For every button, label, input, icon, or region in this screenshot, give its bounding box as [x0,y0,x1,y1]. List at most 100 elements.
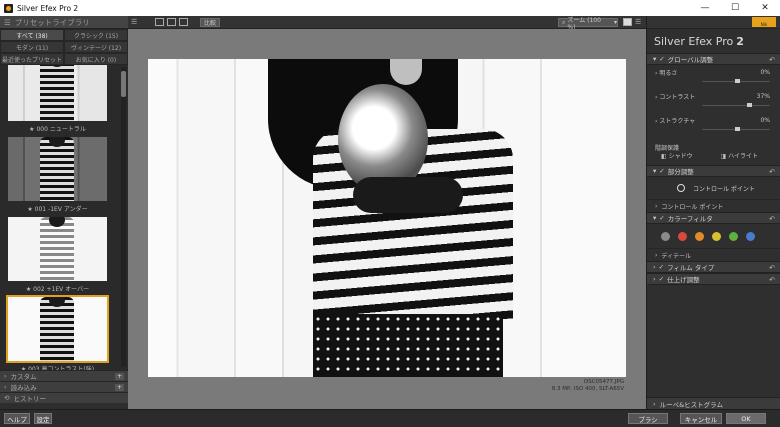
reset-icon[interactable]: ↶ [769,264,775,272]
background-color-icon[interactable] [623,18,632,26]
file-name: DSC05477.JPG [583,379,624,385]
local-adjust-label: 部分調整 [667,168,694,176]
preset-label: ★ 002 +1EV オーバー [25,285,90,293]
preset-panel: ☰ プリセットライブラリ すべて (38) クラシック (15) モダン (11… [0,16,128,409]
history-section-label: ヒストリー [13,395,46,403]
tab-all[interactable]: すべて (38) [0,29,64,41]
tone-protection-options: ◧ シャドウ ◨ ハイライト [647,151,780,165]
add-import-button[interactable]: + [115,384,124,391]
right-panel-toggle-icon[interactable]: ☰ [635,18,644,26]
tab-classic[interactable]: クラシック (15) [64,29,128,41]
chevron-right-icon: › [4,383,7,391]
reset-icon[interactable]: ↶ [769,276,775,284]
control-point-label: コントロール ポイント [693,185,755,193]
help-button[interactable]: ヘルプ [4,413,30,424]
preset-thumbnail [6,295,109,363]
title-bar: Silver Efex Pro 2 — ☐ ✕ [0,0,780,16]
loupe-histogram-label: ルーペ&ヒストグラム [659,400,723,409]
color-filter-swatch-0[interactable] [661,231,670,241]
chevron-right-icon[interactable]: › [655,70,657,77]
check-icon[interactable]: ✓ [659,263,664,271]
history-section[interactable]: ⟲ ヒストリー [0,392,128,403]
maximize-button[interactable]: ☐ [720,0,750,16]
chevron-right-icon[interactable]: › [655,118,657,125]
chevron-right-icon: › [655,202,658,210]
highlight-option[interactable]: ◨ ハイライト [721,151,780,165]
chevron-right-icon: › [653,263,656,271]
brightness-label: 明るさ [659,70,678,77]
minimize-button[interactable]: — [690,0,720,16]
tab-favorites[interactable]: お気に入り (0) [64,53,128,65]
cancel-button[interactable]: キャンセル [680,413,722,424]
ok-button[interactable]: OK [726,413,766,424]
chevron-down-icon: ▾ [653,167,657,175]
reset-icon[interactable]: ↶ [769,215,775,223]
preset-scrollbar[interactable] [121,67,126,367]
color-filter-swatch-2[interactable] [695,231,704,241]
preview-image[interactable] [148,59,626,377]
app-icon [4,3,13,13]
preview-canvas[interactable]: DSC05477.JPG 8.3 MP, ISO 400, SLT-A65V [128,29,646,409]
color-filter-swatch-5[interactable] [746,231,755,241]
close-button[interactable]: ✕ [750,0,780,16]
preset-item-neutral[interactable]: ★ 000 ニュートラル [8,65,107,135]
import-section[interactable]: › 読み込み + [0,381,128,392]
add-custom-button[interactable]: + [115,373,124,380]
detail-row[interactable]: › ディテール [647,248,780,261]
reset-icon[interactable]: ↶ [769,168,775,176]
structure-slider[interactable] [734,127,740,131]
check-icon[interactable]: ✓ [659,55,664,63]
product-brand: Silver Efex Pro 2 [647,29,780,53]
nik-logo: Nik [752,17,776,27]
brightness-slider-row: › 明るさ 0% [647,65,780,89]
settings-button[interactable]: 設定 [34,413,52,424]
color-filter-swatch-1[interactable] [678,231,687,241]
side-by-side-icon[interactable] [179,18,188,26]
shadow-label: シャドウ [668,153,693,160]
finishing-section[interactable]: › ✓ 仕上げ調整 ↶ [647,273,780,285]
tab-recent[interactable]: 最近使ったプリセット [0,53,64,65]
brightness-value: 0% [760,69,770,76]
brightness-slider[interactable] [734,79,740,83]
film-type-section[interactable]: › ✓ フィルム タイプ ↶ [647,261,780,273]
color-filter-swatch-4[interactable] [729,231,738,241]
loupe-histogram-section[interactable]: › ルーペ&ヒストグラム [647,397,780,409]
panel-toggle-icon[interactable]: ☰ [131,18,141,26]
local-adjust-section[interactable]: ▾ ✓ 部分調整 ↶ [647,165,780,177]
preset-item-high-contrast[interactable]: ★ 003 高コントラスト(強) [6,295,109,370]
color-filter-swatches [647,224,780,248]
zoom-select[interactable]: ⌕ ズーム (100 %) ▾ [558,17,618,31]
split-view-icon[interactable] [167,18,176,26]
detail-label: ディテール [661,252,691,260]
chevron-right-icon: › [653,275,656,283]
preset-item-over[interactable]: ★ 002 +1EV オーバー [8,217,107,295]
control-points-row[interactable]: › コントロール ポイント [647,199,780,212]
color-filter-swatch-3[interactable] [712,231,721,241]
global-adjust-section[interactable]: ▾ ✓ グローバル調整 ↶ [647,53,780,65]
custom-section-label: カスタム [10,373,37,381]
scrollbar-thumb[interactable] [121,71,126,97]
tab-modern[interactable]: モダン (11) [0,41,64,53]
check-icon[interactable]: ✓ [659,214,664,222]
color-filter-label: カラーフィルタ [667,215,713,223]
tab-vintage[interactable]: ヴィンテージ (12) [64,41,128,53]
custom-section[interactable]: › カスタム + [0,370,128,381]
structure-value: 0% [760,117,770,124]
add-control-point-button[interactable]: コントロール ポイント [647,177,780,199]
single-view-icon[interactable] [155,18,164,26]
adjustments-panel: Nik Silver Efex Pro 2 ▾ ✓ グローバル調整 ↶ › 明る… [646,16,780,409]
chevron-right-icon[interactable]: › [655,94,657,101]
contrast-slider[interactable] [746,103,752,107]
shadow-option[interactable]: ◧ シャドウ [661,151,721,165]
structure-label: ストラクチャ [659,118,696,125]
preset-library-header[interactable]: ☰ プリセットライブラリ [0,16,128,29]
compare-button[interactable]: 比較 [200,17,221,27]
brush-button[interactable]: ブラシ [628,413,668,424]
check-icon[interactable]: ✓ [659,275,664,283]
color-filter-section[interactable]: ▾ ✓ カラーフィルタ ↶ [647,212,780,224]
preset-item-under[interactable]: ★ 001 -1EV アンダー [8,137,107,215]
photo-pants [313,314,503,377]
contrast-track[interactable] [702,105,770,106]
reset-icon[interactable]: ↶ [769,56,775,64]
check-icon[interactable]: ✓ [659,167,664,175]
